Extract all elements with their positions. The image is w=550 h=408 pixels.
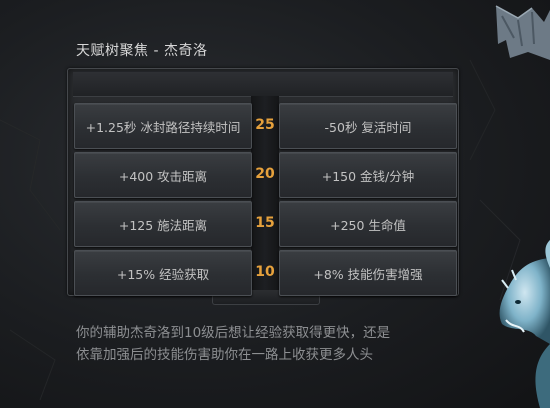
description-line-1: 你的辅助杰奇洛到10级后想让经验获取得更快，还是 [76, 325, 391, 341]
talent-level-10: 10 [255, 264, 275, 280]
talent-level-15: 15 [255, 215, 275, 231]
page-title: 天赋树聚焦 - 杰奇洛 [76, 43, 208, 59]
talent-10-right[interactable]: +8% 技能伤害增强 [279, 250, 457, 296]
talent-description: 你的辅助杰奇洛到10级后想让经验获取得更快，还是 依靠加强后的技能伤害助你在一路… [76, 322, 436, 366]
dragon-wing-icon [495, 5, 550, 60]
talent-25-right[interactable]: -50秒 复活时间 [279, 103, 457, 149]
talent-level-25: 25 [255, 117, 275, 133]
talent-15-right[interactable]: +250 生命值 [279, 201, 457, 247]
talent-20-right[interactable]: +150 金钱/分钟 [279, 152, 457, 198]
description-line-2: 依靠加强后的技能伤害助你在一路上收获更多人头 [76, 347, 373, 363]
talent-25-left[interactable]: +1.25秒 冰封路径持续时间 [74, 103, 252, 149]
talent-level-20: 20 [255, 166, 275, 182]
ice-dragon-head-icon [499, 240, 550, 408]
talent-15-left[interactable]: +125 施法距离 [74, 201, 252, 247]
talent-tree-header-bar [73, 72, 453, 97]
talent-10-left[interactable]: +15% 经验获取 [74, 250, 252, 296]
talent-20-left[interactable]: +400 攻击距离 [74, 152, 252, 198]
